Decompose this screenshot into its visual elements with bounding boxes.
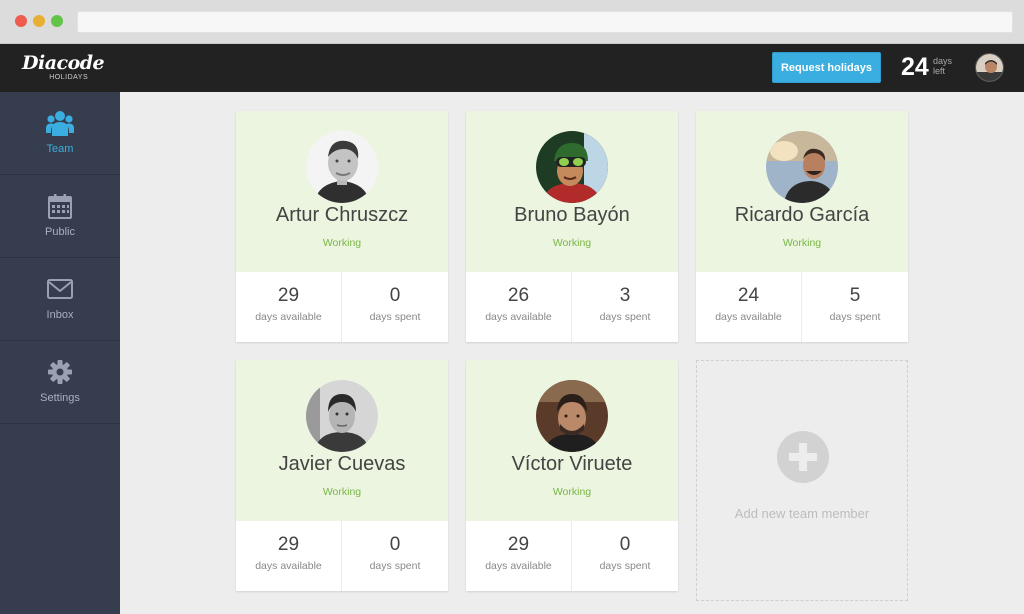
top-navbar: Diacode HOLIDAYS Request holidays 24 day… [0,44,1024,92]
days-spent-value: 0 [619,534,631,555]
user-avatar[interactable] [975,53,1004,82]
days-left-label-days: days [933,56,953,66]
sidebar: Team Public Inbox Settings [0,92,120,614]
member-card-artur-chruszcz[interactable]: Artur Chruszcz Working 29 days available… [236,111,448,342]
member-avatar [536,131,608,203]
member-card-bruno-bayon[interactable]: Bruno Bayón Working 26 days available 3 … [466,111,678,342]
days-spent-label: days spent [369,560,421,572]
member-name: Artur Chruszcz [275,204,409,226]
member-avatar [536,380,608,452]
card-header: Víctor Viruete Working [466,360,678,521]
member-name: Víctor Viruete [511,453,633,475]
sidebar-item-team[interactable]: Team [0,92,120,175]
days-available-value: 29 [277,534,300,555]
days-spent-stat: 3 days spent [572,272,678,342]
days-available-stat: 29 days available [236,521,342,591]
member-avatar [306,131,378,203]
sidebar-item-label: Team [46,143,74,155]
days-spent-value: 3 [619,285,631,306]
sidebar-item-settings[interactable]: Settings [0,341,120,424]
member-card-victor-viruete[interactable]: Víctor Viruete Working 29 days available… [466,360,678,591]
logo-subtitle: HOLIDAYS [49,74,89,81]
member-name: Ricardo García [734,204,870,226]
member-status: Working [322,486,362,498]
envelope-icon [47,279,73,299]
member-status: Working [782,237,822,249]
days-available-stat: 29 days available [466,521,572,591]
close-window-button[interactable] [15,15,27,27]
member-status: Working [322,237,362,249]
team-icon [46,111,74,136]
card-header: Javier Cuevas Working [236,360,448,521]
member-card-ricardo-garcia[interactable]: Ricardo García Working 24 days available… [696,111,908,342]
days-available-label: days available [255,560,322,572]
plus-circle-icon [777,431,829,483]
days-spent-value: 5 [849,285,861,306]
member-name: Javier Cuevas [278,453,406,475]
days-available-label: days available [485,560,552,572]
avatar-photo [976,54,1003,81]
days-spent-label: days spent [599,311,651,323]
member-avatar [766,131,838,203]
days-spent-stat: 0 days spent [342,521,448,591]
member-status: Working [552,237,592,249]
days-left-label: days left [933,56,952,76]
days-available-label: days available [485,311,552,323]
days-available-label: days available [255,311,322,323]
card-header: Bruno Bayón Working [466,111,678,272]
days-available-value: 29 [507,534,530,555]
sidebar-item-label: Public [45,226,75,238]
app-logo[interactable]: Diacode HOLIDAYS [22,52,105,82]
days-available-stat: 26 days available [466,272,572,342]
minimize-window-button[interactable] [33,15,45,27]
days-available-label: days available [715,311,782,323]
days-spent-value: 0 [389,534,401,555]
days-spent-label: days spent [599,560,651,572]
card-header: Artur Chruszcz Working [236,111,448,272]
member-status: Working [552,486,592,498]
days-spent-stat: 5 days spent [802,272,908,342]
days-spent-label: days spent [369,311,421,323]
days-spent-value: 0 [389,285,401,306]
days-available-stat: 29 days available [236,272,342,342]
request-holidays-button[interactable]: Request holidays [772,52,881,83]
days-available-value: 26 [507,285,530,306]
add-team-member-label: Add new team member [734,506,870,521]
days-spent-label: days spent [829,311,881,323]
member-card-javier-cuevas[interactable]: Javier Cuevas Working 29 days available … [236,360,448,591]
member-name: Bruno Bayón [514,204,630,226]
days-available-value: 29 [277,285,300,306]
maximize-window-button[interactable] [51,15,63,27]
card-header: Ricardo García Working [696,111,908,272]
address-bar[interactable] [77,11,1013,33]
logo-wordmark: Diacode [22,52,105,74]
gear-icon [48,360,72,384]
days-left-label-left: left [933,66,946,76]
sidebar-item-label: Settings [40,392,80,404]
member-avatar [306,380,378,452]
add-team-member-card[interactable]: Add new team member [696,360,908,601]
days-spent-stat: 0 days spent [572,521,678,591]
sidebar-item-inbox[interactable]: Inbox [0,258,120,341]
calendar-icon [48,194,72,219]
days-available-value: 24 [737,285,760,306]
sidebar-item-label: Inbox [46,309,74,321]
sidebar-item-public[interactable]: Public [0,175,120,258]
days-left-count: 24 [901,53,929,81]
browser-chrome [0,0,1024,44]
days-spent-stat: 0 days spent [342,272,448,342]
days-available-stat: 24 days available [696,272,802,342]
